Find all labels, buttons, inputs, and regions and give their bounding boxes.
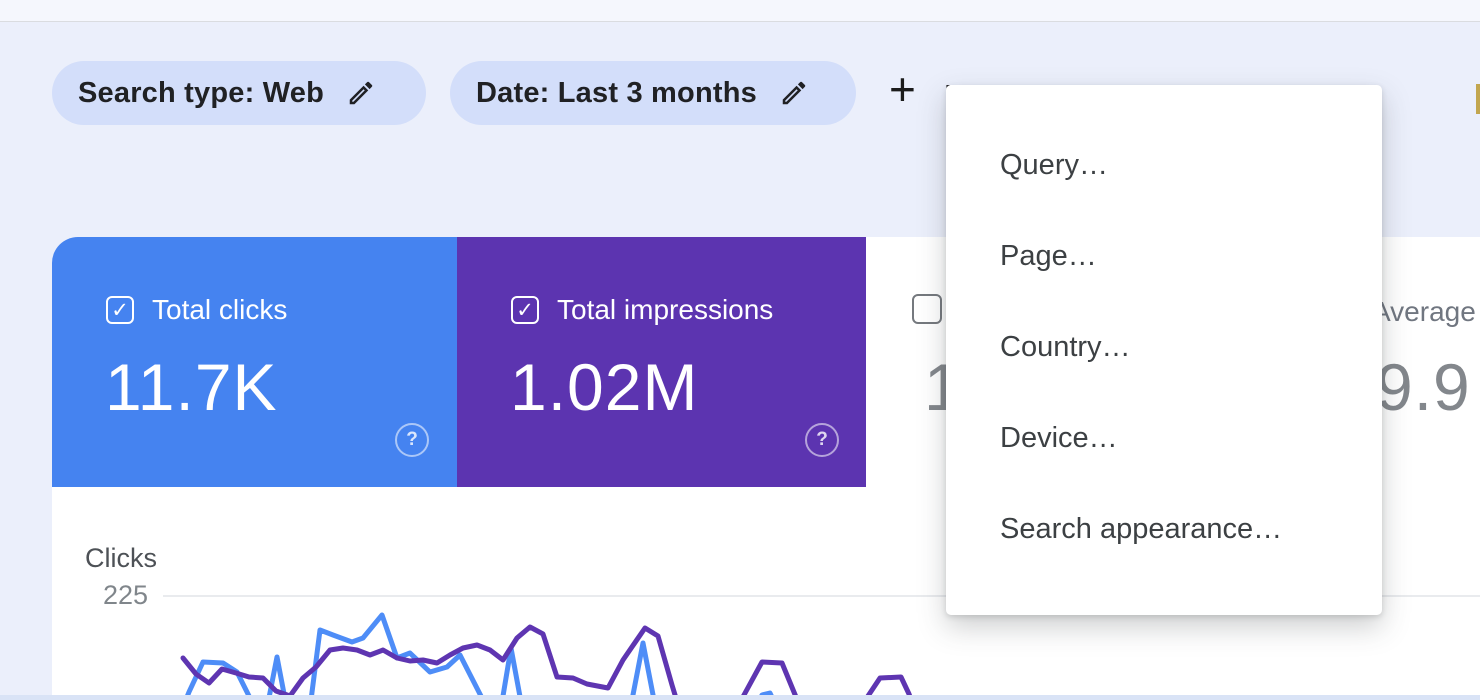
menu-item-device[interactable]: Device… [946,393,1382,484]
date-range-filter-chip[interactable]: Date: Last 3 months [450,61,856,125]
total-impressions-label: Total impressions [557,294,773,326]
export-control-edge [1476,84,1480,114]
plus-icon: + [889,66,916,112]
chart-axis-label: Clicks [85,543,157,574]
menu-item-query[interactable]: Query… [946,120,1382,211]
top-divider-strip [0,0,1480,22]
total-impressions-value: 1.02M [510,349,698,425]
average-ctr-checkbox[interactable] [912,294,942,324]
total-clicks-card[interactable]: ✓ Total clicks 11.7K ? [52,237,457,487]
date-range-filter-label: Date: Last 3 months [476,77,757,110]
total-impressions-checkbox[interactable]: ✓ [511,296,539,324]
total-clicks-label: Total clicks [152,294,287,326]
checkmark-icon: ✓ [111,300,129,321]
edit-pencil-icon[interactable] [346,78,376,108]
edit-pencil-icon[interactable] [779,78,809,108]
chart-y-tick-225: 225 [103,580,148,611]
menu-item-search-appearance[interactable]: Search appearance… [946,484,1382,575]
checkmark-icon: ✓ [516,300,534,321]
search-type-filter-chip[interactable]: Search type: Web [52,61,426,125]
menu-item-page[interactable]: Page… [946,211,1382,302]
average-position-value: 9.9 [1376,349,1471,425]
total-clicks-value: 11.7K [105,349,278,425]
total-clicks-checkbox[interactable]: ✓ [106,296,134,324]
total-impressions-card[interactable]: ✓ Total impressions 1.02M ? [457,237,866,487]
menu-item-country[interactable]: Country… [946,302,1382,393]
average-position-label-partial: Average [1372,296,1476,328]
new-filter-dropdown-menu: Query… Page… Country… Device… Search app… [946,85,1382,615]
search-type-filter-label: Search type: Web [78,77,324,110]
help-icon[interactable]: ? [395,423,429,457]
bottom-edge-strip [0,695,1480,700]
search-console-performance-page: Search type: Web Date: Last 3 months + N… [0,0,1480,700]
help-icon[interactable]: ? [805,423,839,457]
